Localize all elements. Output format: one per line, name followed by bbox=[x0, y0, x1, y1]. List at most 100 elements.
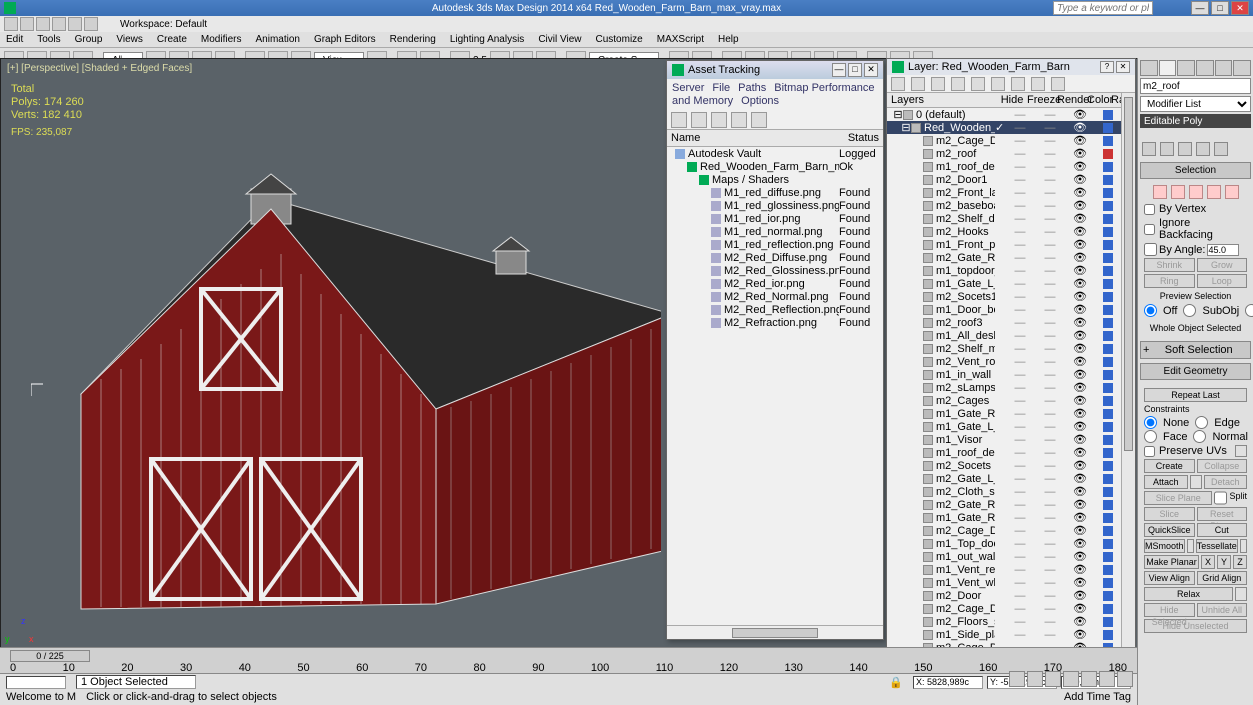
layer-color-swatch[interactable] bbox=[1103, 162, 1113, 172]
attach-button[interactable]: Attach bbox=[1144, 475, 1188, 489]
layer-row[interactable]: m2_Shelf_desk——👁▫ bbox=[887, 212, 1135, 225]
layer-row[interactable]: ⊟Red_Wooden_Farm✓——👁▫ bbox=[887, 121, 1135, 134]
hide-toggle[interactable]: — bbox=[1005, 122, 1035, 134]
planar-x-button[interactable]: X bbox=[1201, 555, 1215, 569]
freeze-toggle[interactable]: — bbox=[1035, 486, 1065, 498]
render-toggle[interactable]: 👁 bbox=[1065, 563, 1095, 576]
tab-hierarchy-icon[interactable] bbox=[1177, 60, 1195, 76]
render-toggle[interactable]: 👁 bbox=[1065, 134, 1095, 147]
menu-tools[interactable]: Tools bbox=[37, 34, 60, 45]
layer-color-swatch[interactable] bbox=[1103, 279, 1113, 289]
detach-button[interactable]: Detach bbox=[1204, 475, 1248, 489]
layer-row[interactable]: m1_Door_box——👁▫ bbox=[887, 303, 1135, 316]
asset-row[interactable]: Red_Wooden_Farm_Barn_max_vray.maxOk bbox=[667, 160, 883, 173]
preview-multi-radio[interactable] bbox=[1245, 304, 1253, 317]
grow-button[interactable]: Grow bbox=[1197, 258, 1248, 272]
hide-toggle[interactable]: — bbox=[1005, 408, 1035, 420]
asset-row[interactable]: M1_red_reflection.pngFound bbox=[667, 238, 883, 251]
asset-menu-file[interactable]: File bbox=[712, 82, 730, 94]
layer-color-swatch[interactable] bbox=[1103, 487, 1113, 497]
layer-new-icon[interactable] bbox=[891, 77, 905, 91]
render-toggle[interactable]: 👁 bbox=[1065, 303, 1095, 316]
view-align-button[interactable]: View Align bbox=[1144, 571, 1195, 585]
render-toggle[interactable]: 👁 bbox=[1065, 264, 1095, 277]
freeze-toggle[interactable]: — bbox=[1035, 356, 1065, 368]
layer-color-swatch[interactable] bbox=[1103, 318, 1113, 328]
next-frame-icon[interactable] bbox=[1063, 671, 1079, 687]
tab-display-icon[interactable] bbox=[1215, 60, 1233, 76]
ring-button[interactable]: Ring bbox=[1144, 274, 1195, 288]
layer-row[interactable]: m2_Gate_R_rolls——👁▫ bbox=[887, 498, 1135, 511]
layer-row[interactable]: m2_Cloth_shelf——👁▫ bbox=[887, 485, 1135, 498]
render-toggle[interactable]: 👁 bbox=[1065, 472, 1095, 485]
layer-row[interactable]: m1_All_desks——👁▫ bbox=[887, 329, 1135, 342]
qa-undo-icon[interactable] bbox=[52, 17, 66, 31]
preserve-uvs-settings-icon[interactable] bbox=[1235, 445, 1247, 457]
freeze-toggle[interactable]: — bbox=[1035, 369, 1065, 381]
menu-edit[interactable]: Edit bbox=[6, 34, 23, 45]
asset-row[interactable]: M2_Red_Normal.pngFound bbox=[667, 290, 883, 303]
menu-rendering[interactable]: Rendering bbox=[390, 34, 436, 45]
layer-color-swatch[interactable] bbox=[1103, 500, 1113, 510]
hide-toggle[interactable]: — bbox=[1005, 447, 1035, 459]
layer-color-swatch[interactable] bbox=[1103, 331, 1113, 341]
add-time-tag[interactable]: Add Time Tag bbox=[1064, 691, 1131, 703]
layer-vscroll[interactable] bbox=[1121, 93, 1135, 683]
render-toggle[interactable]: 👁 bbox=[1065, 615, 1095, 628]
help-search-input[interactable] bbox=[1053, 1, 1153, 15]
render-toggle[interactable]: 👁 bbox=[1065, 316, 1095, 329]
layer-row[interactable]: m2_Shelf_metal——👁▫ bbox=[887, 342, 1135, 355]
freeze-toggle[interactable]: — bbox=[1035, 408, 1065, 420]
slice-plane-button[interactable]: Slice Plane bbox=[1144, 491, 1212, 505]
layer-row[interactable]: m2_Socets1——👁▫ bbox=[887, 290, 1135, 303]
layer-color-swatch[interactable] bbox=[1103, 422, 1113, 432]
render-toggle[interactable]: 👁 bbox=[1065, 251, 1095, 264]
layer-freeze-icon[interactable] bbox=[1011, 77, 1025, 91]
render-toggle[interactable]: 👁 bbox=[1065, 524, 1095, 537]
make-planar-button[interactable]: Make Planar bbox=[1144, 555, 1199, 569]
layer-row[interactable]: m1_topdoor_whi——👁▫ bbox=[887, 264, 1135, 277]
hide-toggle[interactable]: — bbox=[1005, 330, 1035, 342]
asset-max-button[interactable]: □ bbox=[848, 63, 862, 77]
freeze-toggle[interactable]: — bbox=[1035, 499, 1065, 511]
asset-col-name[interactable]: Name bbox=[671, 132, 848, 144]
modifier-stack-item[interactable]: Editable Poly bbox=[1140, 114, 1251, 128]
modifier-list-combo[interactable]: Modifier List bbox=[1140, 96, 1251, 112]
layer-color-swatch[interactable] bbox=[1103, 396, 1113, 406]
hide-toggle[interactable]: — bbox=[1005, 395, 1035, 407]
slice-button[interactable]: Slice bbox=[1144, 507, 1195, 521]
render-toggle[interactable]: 👁 bbox=[1065, 420, 1095, 433]
show-end-icon[interactable] bbox=[1160, 142, 1174, 156]
hide-toggle[interactable]: — bbox=[1005, 382, 1035, 394]
menu-modifiers[interactable]: Modifiers bbox=[201, 34, 242, 45]
freeze-toggle[interactable]: — bbox=[1035, 421, 1065, 433]
hide-toggle[interactable]: — bbox=[1005, 356, 1035, 368]
subobj-vertex-icon[interactable] bbox=[1153, 185, 1167, 199]
layer-row[interactable]: m2_Cage_Door_——👁▫ bbox=[887, 134, 1135, 147]
layer-highlight-icon[interactable] bbox=[971, 77, 985, 91]
freeze-toggle[interactable]: — bbox=[1035, 265, 1065, 277]
qa-redo-icon[interactable] bbox=[68, 17, 82, 31]
render-toggle[interactable]: 👁 bbox=[1065, 108, 1095, 121]
play-icon[interactable] bbox=[1045, 671, 1061, 687]
constraint-edge-radio[interactable] bbox=[1195, 416, 1208, 429]
hide-toggle[interactable]: — bbox=[1005, 291, 1035, 303]
render-toggle[interactable]: 👁 bbox=[1065, 485, 1095, 498]
render-toggle[interactable]: 👁 bbox=[1065, 537, 1095, 550]
by-angle-spinner[interactable] bbox=[1207, 244, 1239, 256]
layer-row[interactable]: m1_Front_planks——👁▫ bbox=[887, 238, 1135, 251]
freeze-toggle[interactable]: — bbox=[1035, 590, 1065, 602]
asset-row[interactable]: M1_red_ior.pngFound bbox=[667, 212, 883, 225]
layer-color-swatch[interactable] bbox=[1103, 604, 1113, 614]
unique-icon[interactable] bbox=[1178, 142, 1192, 156]
render-toggle[interactable]: 👁 bbox=[1065, 199, 1095, 212]
render-toggle[interactable]: 👁 bbox=[1065, 147, 1095, 160]
hide-toggle[interactable]: — bbox=[1005, 434, 1035, 446]
tab-utilities-icon[interactable] bbox=[1233, 60, 1251, 76]
hide-toggle[interactable]: — bbox=[1005, 135, 1035, 147]
rollout-edit-geometry[interactable]: Edit Geometry bbox=[1140, 363, 1251, 380]
script-listener[interactable] bbox=[6, 676, 66, 689]
layer-color-swatch[interactable] bbox=[1103, 175, 1113, 185]
lock-icon[interactable]: 🔒 bbox=[889, 676, 903, 689]
freeze-toggle[interactable]: — bbox=[1035, 577, 1065, 589]
